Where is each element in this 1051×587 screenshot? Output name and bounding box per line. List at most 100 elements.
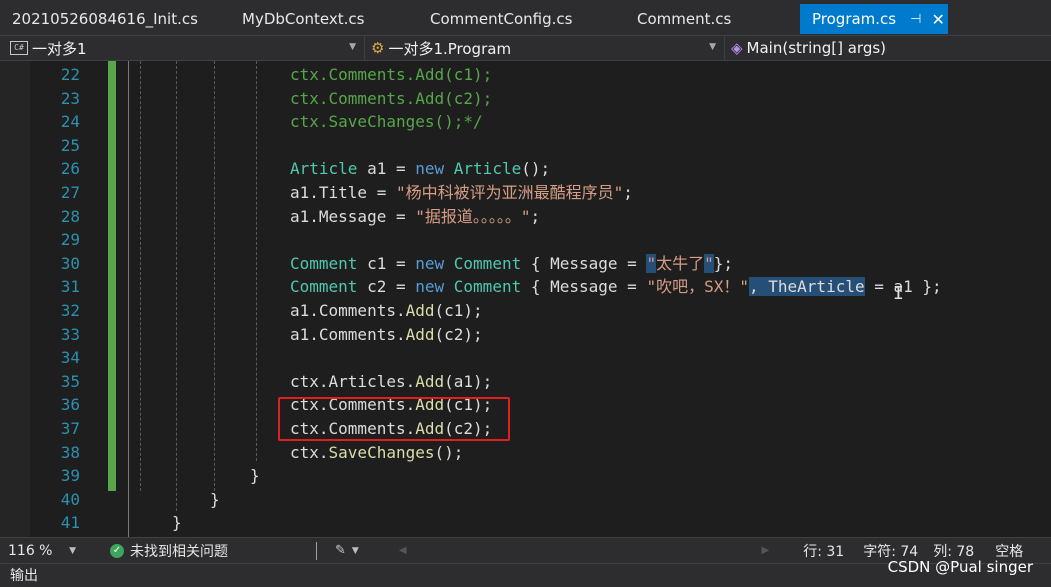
code-token: a1.Comments.	[290, 301, 406, 320]
zoom-dropdown[interactable]: 116 % ▼	[0, 543, 82, 559]
code-token: ctx.Articles.	[290, 371, 416, 391]
annotation-red-box	[278, 397, 510, 441]
project-dropdown[interactable]: C# 一对多1 ▼	[0, 36, 365, 60]
code-token: (a1);	[444, 371, 493, 391]
close-icon[interactable]: ✕	[931, 10, 944, 29]
scroll-left-arrow-icon[interactable]: ◀	[399, 545, 407, 556]
zoom-level: 116 %	[8, 542, 53, 559]
code-token: "杨中科被评为亚洲最酷程序员"	[395, 183, 624, 202]
code-token: c1 =	[357, 253, 416, 273]
code-token: ctx.SaveChanges();*/	[290, 112, 483, 132]
code-token: a1.Message =	[290, 206, 416, 226]
pin-icon[interactable]: ⊣	[910, 12, 921, 27]
document-tab-bar: 20210526084616_Init.cs MyDbContext.cs Co…	[0, 0, 1051, 35]
code-line[interactable]: a1.Message = "据报道。。。。。";	[290, 205, 540, 229]
code-token: (c2);	[434, 324, 483, 344]
code-token: ctx.	[290, 442, 329, 462]
code-line[interactable]: Comment c1 = new Comment { Message = "太牛…	[290, 252, 733, 276]
structure-guide	[176, 61, 177, 511]
line-number: 37	[60, 419, 80, 438]
line-number: 29	[60, 230, 80, 250]
code-line[interactable]: ctx.Comments.Add(c2);	[290, 87, 492, 111]
code-line[interactable]: Article a1 = new Article();	[290, 157, 550, 181]
scroll-right-arrow-icon[interactable]: ▶	[762, 545, 770, 556]
code-line[interactable]: a1.Comments.Add(c1);	[290, 299, 483, 323]
structure-guide	[140, 61, 141, 491]
code-editor[interactable]: ctx.Comments.Add(c1); ctx.Comments.Add(c2…	[0, 61, 1051, 537]
line-number: 22	[60, 65, 80, 84]
code-token: a1 =	[357, 159, 416, 179]
tab-label: MyDbContext.cs	[242, 9, 365, 28]
closing-brace: }	[172, 513, 182, 533]
tab-mydbcontext[interactable]: MyDbContext.cs	[230, 2, 418, 35]
code-token: SaveChanges	[328, 442, 435, 462]
tab-program-active[interactable]: Program.cs ⊣ ✕	[800, 4, 948, 34]
line-number: 25	[60, 135, 80, 155]
line-number: 32	[60, 301, 80, 320]
code-cleanup-icon[interactable]: ✎	[335, 543, 346, 558]
code-line[interactable]: Comment c2 = new Comment { Message = "吹吧…	[290, 275, 942, 299]
chevron-down-icon[interactable]: ▼	[352, 546, 359, 556]
line-number: 34	[60, 348, 80, 368]
code-token: "	[704, 253, 714, 273]
structure-guide	[128, 61, 129, 537]
line-number: 26	[60, 159, 80, 179]
cursor-line: 行: 31	[803, 543, 845, 560]
code-token: { Message =	[521, 253, 647, 273]
project-name: 一对多1	[32, 39, 87, 58]
class-dropdown[interactable]: ⚙ 一对多1.Program ▼	[365, 36, 725, 60]
tab-label: 20210526084616_Init.cs	[12, 9, 198, 28]
member-dropdown[interactable]: ◈ Main(string[] args)	[725, 36, 1051, 60]
code-token: Comment	[453, 277, 522, 297]
code-line[interactable]: ctx.Articles.Add(a1);	[290, 370, 492, 394]
indicator-margin	[0, 61, 30, 537]
navigation-bar: C# 一对多1 ▼ ⚙ 一对多1.Program ▼ ◈ Main(string…	[0, 35, 1051, 61]
tab-label: Comment.cs	[637, 9, 732, 28]
text-cursor-icon: I	[893, 283, 904, 304]
code-token: , TheArticle	[749, 277, 865, 297]
line-number: 27	[60, 183, 80, 202]
code-line[interactable]: a1.Title = "杨中科被评为亚洲最酷程序员";	[290, 181, 633, 205]
code-token: ctx.Comments.Add(c2);	[290, 88, 493, 108]
member-name: Main(string[] args)	[746, 39, 887, 57]
line-number: 31	[60, 277, 80, 297]
code-token: c2 =	[357, 277, 416, 297]
code-token: { Message =	[521, 277, 647, 297]
code-token: (c1);	[434, 301, 483, 320]
line-number: 24	[60, 112, 80, 132]
closing-brace: }	[250, 466, 260, 486]
tab-init-migration[interactable]: 20210526084616_Init.cs	[0, 2, 230, 35]
watermark: CSDN @Pual singer	[887, 558, 1033, 576]
code-line[interactable]: ctx.SaveChanges();*/	[290, 110, 483, 134]
tab-label: Program.cs	[812, 10, 897, 28]
code-token: 太牛了	[656, 253, 705, 273]
tab-comment[interactable]: Comment.cs	[625, 2, 800, 35]
issues-indicator[interactable]: ✓ 未找到相关问题	[110, 541, 316, 561]
code-line[interactable]: ctx.Comments.Add(c1);	[290, 63, 492, 87]
line-number: 35	[60, 371, 80, 391]
code-token: ();	[434, 442, 464, 462]
structure-guide	[214, 61, 215, 491]
code-token: "据报道。。。。。"	[415, 206, 531, 226]
chevron-down-icon: ▼	[69, 545, 76, 556]
code-token: a1.Comments.	[290, 324, 406, 344]
code-token: new	[415, 253, 445, 273]
code-line[interactable]: a1.Comments.Add(c2);	[290, 323, 483, 347]
code-token: a1.Title =	[290, 183, 396, 202]
code-token: ;	[530, 206, 541, 226]
tab-commentconfig[interactable]: CommentConfig.cs	[418, 2, 625, 35]
code-token: Comment	[290, 277, 358, 297]
structure-guide	[256, 61, 257, 461]
line-number: 40	[60, 489, 80, 509]
code-token: Comment	[290, 253, 358, 273]
code-line[interactable]: ctx.SaveChanges();	[290, 441, 463, 465]
code-token: Add	[405, 324, 435, 344]
status-separator	[316, 541, 317, 560]
class-icon: ⚙	[371, 39, 385, 57]
line-number: 41	[60, 513, 80, 533]
code-token: Add	[415, 371, 445, 391]
code-token: ctx.Comments.Add(c1);	[290, 65, 493, 84]
code-token: Article	[453, 159, 522, 179]
